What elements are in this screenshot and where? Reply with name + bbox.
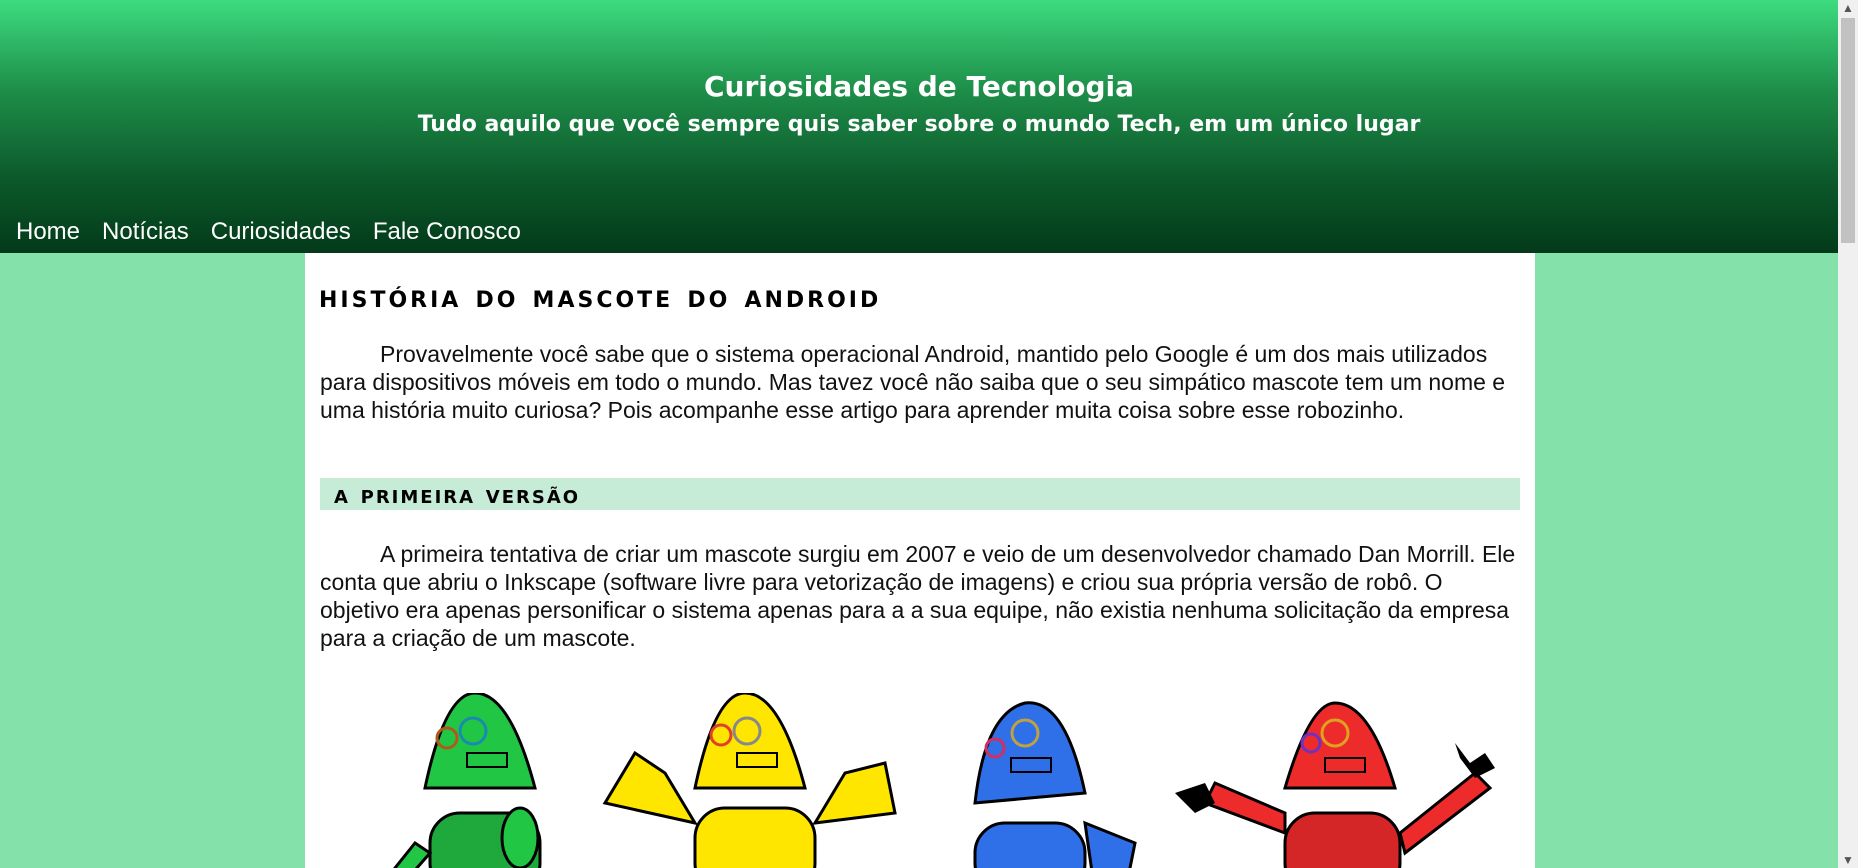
page: Curiosidades de Tecnologia Tudo aquilo q… (0, 0, 1858, 868)
red-robot (1175, 701, 1495, 868)
vertical-scrollbar[interactable]: ▲ ▼ (1838, 0, 1858, 868)
article-intro: Provavelmente você sabe que o sistema op… (320, 341, 1506, 423)
nav-item-noticias[interactable]: Notícias (102, 218, 189, 246)
article-title: História do Mascote do Android (319, 277, 882, 315)
green-robot (393, 693, 542, 868)
section-paragraph: A primeira tentativa de criar um mascote… (320, 541, 1516, 651)
nav-item-home[interactable]: Home (16, 218, 80, 246)
nav-item-fale-conosco[interactable]: Fale Conosco (373, 218, 521, 246)
blue-robot (973, 701, 1137, 868)
site-subtitle: Tudo aquilo que você sempre quis saber s… (417, 112, 1421, 137)
scroll-up-arrow-icon[interactable]: ▲ (1838, 0, 1858, 16)
article-content: História do Mascote do Android Provavelm… (305, 253, 1535, 868)
android-robots-image (393, 693, 1495, 868)
section-heading: A Primeira Versão (320, 478, 1520, 510)
site-header: Curiosidades de Tecnologia Tudo aquilo q… (0, 0, 1838, 253)
main-nav: Home Notícias Curiosidades Fale Conosco (16, 218, 521, 246)
yellow-robot (602, 693, 897, 868)
scrollbar-thumb[interactable] (1841, 18, 1855, 243)
section-heading-text: A Primeira Versão (334, 480, 581, 509)
nav-item-curiosidades[interactable]: Curiosidades (211, 218, 351, 246)
scroll-down-arrow-icon[interactable]: ▼ (1838, 852, 1858, 868)
site-title: Curiosidades de Tecnologia (703, 70, 1135, 103)
